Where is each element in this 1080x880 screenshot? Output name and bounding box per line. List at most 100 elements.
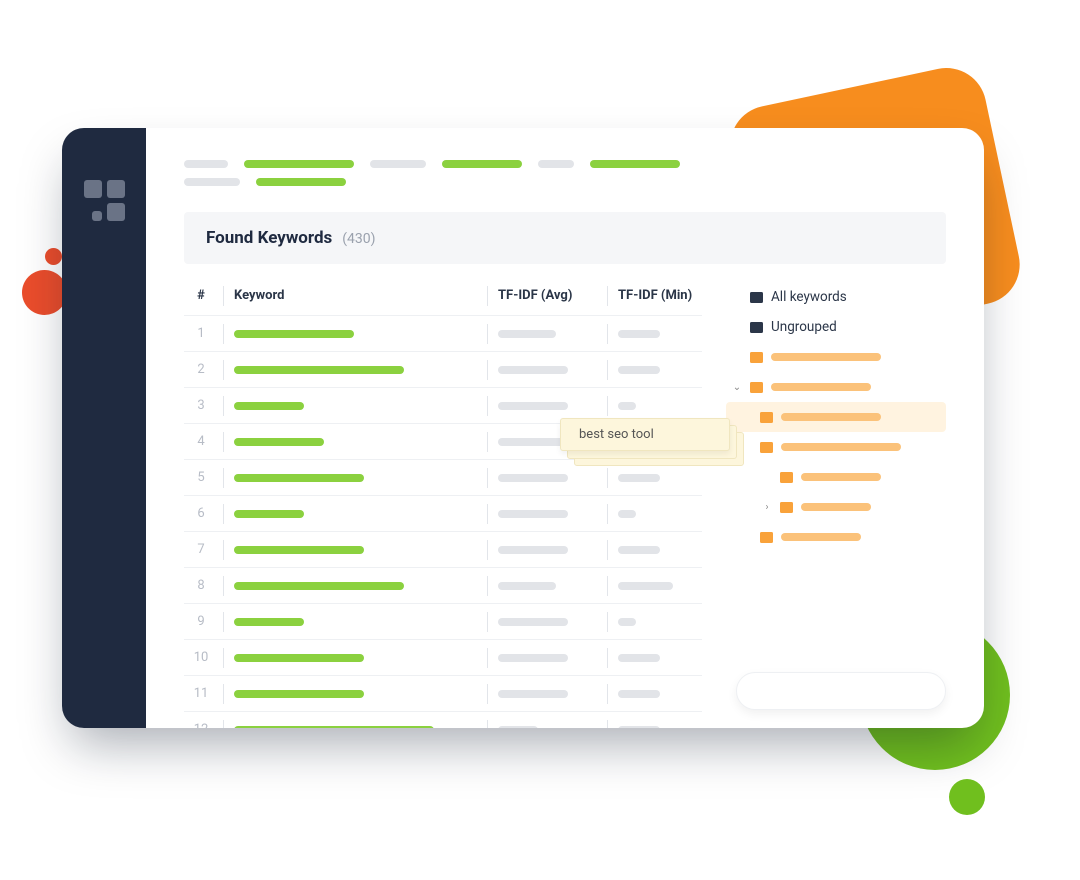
tfidf-avg-skeleton — [498, 654, 568, 662]
table-row[interactable]: 1 — [184, 316, 702, 352]
row-index: 5 — [184, 470, 218, 485]
keyword-skeleton — [234, 690, 364, 698]
breadcrumb-skeleton — [442, 160, 522, 168]
breadcrumb-row-2 — [184, 178, 946, 186]
keywords-table: # Keyword TF-IDF (Avg) TF-IDF (Min) 1234… — [184, 276, 702, 728]
panel-header: Found Keywords (430) — [184, 212, 946, 264]
tfidf-min-skeleton — [618, 402, 636, 410]
tfidf-min-skeleton — [618, 474, 660, 482]
tooltip-text: best seo tool — [579, 427, 654, 442]
breadcrumb-skeleton — [184, 178, 240, 186]
row-index: 2 — [184, 362, 218, 377]
group-ungrouped[interactable]: Ungrouped — [726, 312, 946, 342]
keyword-group-item[interactable]: ⌄ — [726, 372, 946, 402]
tfidf-avg-skeleton — [498, 726, 538, 729]
folder-icon — [760, 532, 773, 543]
row-index: 12 — [184, 722, 218, 728]
group-label-skeleton — [781, 533, 861, 541]
drag-tooltip[interactable]: best seo tool — [560, 418, 730, 451]
table-row[interactable]: 2 — [184, 352, 702, 388]
tfidf-min-skeleton — [618, 582, 673, 590]
col-header-keyword: Keyword — [228, 288, 482, 303]
breadcrumb-skeleton — [244, 160, 354, 168]
chevron-right-icon[interactable]: › — [762, 502, 772, 513]
row-index: 9 — [184, 614, 218, 629]
group-label-skeleton — [781, 413, 881, 421]
tfidf-min-skeleton — [618, 690, 660, 698]
keyword-group-item[interactable]: › — [726, 492, 946, 522]
tfidf-avg-skeleton — [498, 474, 568, 482]
breadcrumb-skeleton — [590, 160, 680, 168]
tfidf-avg-skeleton — [498, 618, 568, 626]
keyword-skeleton — [234, 654, 364, 662]
breadcrumb-row-1 — [184, 160, 946, 168]
group-label-skeleton — [781, 443, 901, 451]
table-row[interactable]: 9 — [184, 604, 702, 640]
drag-tooltip-stack: best seo tool — [560, 418, 730, 451]
keyword-skeleton — [234, 582, 404, 590]
keyword-group-item[interactable] — [726, 342, 946, 372]
table-row[interactable]: 7 — [184, 532, 702, 568]
decor-green-circle-small — [949, 779, 985, 815]
keyword-skeleton — [234, 546, 364, 554]
folder-icon — [750, 382, 763, 393]
tfidf-avg-skeleton — [498, 402, 568, 410]
keyword-skeleton — [234, 402, 304, 410]
row-index: 4 — [184, 434, 218, 449]
folder-icon — [750, 352, 763, 363]
tfidf-min-skeleton — [618, 726, 660, 729]
group-label-skeleton — [801, 503, 871, 511]
folder-icon — [760, 412, 773, 423]
keyword-group-item[interactable] — [726, 432, 946, 462]
keyword-group-item[interactable] — [726, 462, 946, 492]
row-index: 10 — [184, 650, 218, 665]
group-label: All keywords — [771, 289, 847, 305]
row-index: 7 — [184, 542, 218, 557]
col-header-tfidf-avg: TF-IDF (Avg) — [492, 288, 602, 303]
row-index: 8 — [184, 578, 218, 593]
tfidf-avg-skeleton — [498, 582, 556, 590]
breadcrumb-skeleton — [184, 160, 228, 168]
panel-count: (430) — [342, 231, 375, 247]
folder-icon — [780, 502, 793, 513]
breadcrumb-skeleton — [370, 160, 426, 168]
keyword-groups-panel: All keywords Ungrouped ⌄ › — [726, 276, 946, 728]
tfidf-min-skeleton — [618, 546, 660, 554]
tfidf-avg-skeleton — [498, 366, 568, 374]
keyword-skeleton — [234, 726, 434, 729]
panel-title: Found Keywords — [206, 228, 332, 248]
keyword-group-item[interactable] — [726, 402, 946, 432]
nav-grid-icon[interactable] — [84, 180, 125, 728]
floating-action-button[interactable] — [736, 672, 946, 710]
nav-rail — [62, 128, 146, 728]
tfidf-avg-skeleton — [498, 546, 568, 554]
table-row[interactable]: 11 — [184, 676, 702, 712]
group-all-keywords[interactable]: All keywords — [726, 282, 946, 312]
chevron-down-icon[interactable]: ⌄ — [732, 382, 742, 393]
table-row[interactable]: 12 — [184, 712, 702, 728]
tfidf-min-skeleton — [618, 330, 660, 338]
table-row[interactable]: 10 — [184, 640, 702, 676]
row-index: 6 — [184, 506, 218, 521]
keyword-group-item[interactable] — [726, 522, 946, 552]
decor-red-circle-small — [45, 248, 62, 265]
keyword-skeleton — [234, 510, 304, 518]
folder-icon — [780, 472, 793, 483]
app-window: Found Keywords (430) # Keyword TF-IDF (A… — [62, 128, 984, 728]
col-header-tfidf-min: TF-IDF (Min) — [612, 288, 702, 303]
row-index: 11 — [184, 686, 218, 701]
keyword-skeleton — [234, 618, 304, 626]
table-row[interactable]: 6 — [184, 496, 702, 532]
folder-icon — [760, 442, 773, 453]
tfidf-min-skeleton — [618, 366, 660, 374]
tfidf-avg-skeleton — [498, 510, 568, 518]
table-header-row: # Keyword TF-IDF (Avg) TF-IDF (Min) — [184, 276, 702, 316]
keyword-skeleton — [234, 474, 364, 482]
keyword-skeleton — [234, 366, 404, 374]
tfidf-avg-skeleton — [498, 330, 556, 338]
keyword-skeleton — [234, 438, 324, 446]
group-label-skeleton — [801, 473, 881, 481]
tfidf-avg-skeleton — [498, 690, 568, 698]
table-row[interactable]: 8 — [184, 568, 702, 604]
tfidf-min-skeleton — [618, 618, 636, 626]
